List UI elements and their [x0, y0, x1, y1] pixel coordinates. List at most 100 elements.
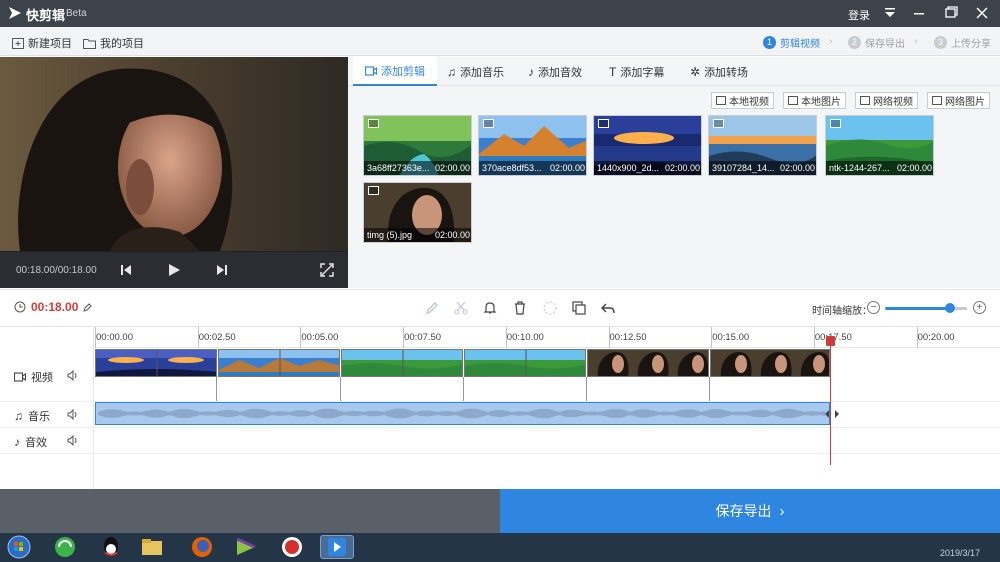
- image-badge-icon: [368, 119, 379, 128]
- video-track-label: 视频: [14, 369, 53, 385]
- clip-frames-image: [711, 350, 829, 376]
- previous-frame-icon[interactable]: [118, 262, 134, 278]
- file-explorer-icon[interactable]: [139, 535, 165, 559]
- media-player-icon[interactable]: [233, 535, 259, 559]
- tab-add-sound-effect[interactable]: ♪ 添加音效: [522, 57, 588, 86]
- clip-divider: [340, 377, 341, 401]
- step-export[interactable]: 2 保存导出: [848, 35, 905, 50]
- tab-add-clip[interactable]: 添加剪辑: [353, 57, 437, 86]
- track-label: 音效: [25, 437, 47, 449]
- save-export-button[interactable]: 保存导出 ›: [500, 489, 1000, 533]
- app-window: 快剪辑 Beta 登录 新建项目 我的项目 1 剪辑视频 › 2 保存导出 › …: [0, 0, 1000, 562]
- video-clip[interactable]: [587, 349, 709, 377]
- effect-volume-icon[interactable]: [67, 435, 78, 446]
- media-name: timg (5).jpg: [367, 230, 413, 240]
- media-duration: 02:00.00: [896, 163, 932, 173]
- new-project-button[interactable]: 新建项目: [12, 35, 72, 51]
- image-badge-icon: [830, 119, 841, 128]
- step-label: 保存导出: [865, 39, 905, 50]
- app-title: 快剪辑: [26, 8, 66, 23]
- ruler-tick-label: 00:05.00: [301, 332, 339, 343]
- zoom-label: 时间轴缩放：: [812, 306, 872, 317]
- video-clip[interactable]: [218, 349, 340, 377]
- zoom-out-icon[interactable]: −: [867, 301, 880, 314]
- tab-add-subtitle[interactable]: T 添加字幕: [603, 57, 670, 86]
- video-clip[interactable]: [95, 349, 217, 377]
- zoom-slider-handle[interactable]: [945, 303, 955, 313]
- firefox-icon[interactable]: [189, 535, 215, 559]
- step-edit[interactable]: 1 剪辑视频: [763, 35, 820, 50]
- qq-icon[interactable]: [98, 535, 124, 559]
- media-name: ntk-1244-267...: [829, 163, 890, 173]
- close-icon[interactable]: [973, 5, 991, 21]
- step-arrow-icon: ›: [829, 36, 833, 47]
- video-clip[interactable]: [464, 349, 586, 377]
- track-label: 视频: [31, 372, 53, 384]
- online-image-button[interactable]: 网络图片: [927, 92, 990, 109]
- music-track-icon: ♫: [14, 409, 23, 423]
- source-label: 本地视频: [729, 97, 769, 108]
- zoom-in-icon[interactable]: +: [973, 301, 986, 314]
- next-frame-icon[interactable]: [214, 262, 230, 278]
- media-name: 1440x900_2d...: [597, 163, 660, 173]
- video-clip[interactable]: [710, 349, 830, 377]
- system-clock: 2019/3/17: [940, 548, 981, 558]
- media-duration: 02:00.00: [664, 163, 700, 173]
- step-label: 上传分享: [951, 39, 991, 50]
- image-file-icon: [932, 96, 942, 105]
- media-thumbnail[interactable]: 370ace8df53... 02:00.00: [478, 115, 587, 176]
- browser-360-icon[interactable]: [52, 535, 78, 559]
- local-video-button[interactable]: 本地视频: [711, 92, 774, 109]
- my-projects-button[interactable]: 我的项目: [83, 35, 144, 51]
- edit-icon[interactable]: [424, 300, 440, 316]
- crop-icon[interactable]: [542, 300, 558, 316]
- start-button-icon[interactable]: [4, 535, 34, 559]
- media-thumbnail[interactable]: ntk-1244-267... 02:00.00: [825, 115, 934, 176]
- clip-divider: [709, 377, 710, 401]
- undo-icon[interactable]: [600, 300, 616, 316]
- edit-pencil-icon[interactable]: [83, 302, 93, 312]
- step-number: 1: [763, 36, 776, 49]
- clip-divider: [586, 377, 587, 401]
- save-label: 保存导出: [715, 503, 772, 519]
- ruler-tick-label: 00:00.00: [96, 332, 133, 343]
- tab-label: 添加音效: [538, 66, 582, 79]
- media-thumbnail[interactable]: 39107284_14... 02:00.00: [708, 115, 817, 176]
- video-camera-icon: [365, 65, 377, 76]
- bell-marker-icon[interactable]: [482, 300, 498, 316]
- video-clip[interactable]: [341, 349, 463, 377]
- ruler-tick-label: 00:10.00: [506, 332, 544, 343]
- media-thumbnail[interactable]: 1440x900_2d... 02:00.00: [593, 115, 702, 176]
- tab-add-music[interactable]: ♫ 添加音乐: [441, 57, 510, 86]
- dropdown-menu-icon[interactable]: [881, 5, 899, 21]
- local-image-button[interactable]: 本地图片: [783, 92, 846, 109]
- ruler-tick-label: 00:15.00: [712, 332, 750, 343]
- video-volume-icon[interactable]: [67, 370, 78, 381]
- cut-icon[interactable]: [453, 300, 469, 316]
- step-number: 3: [934, 36, 947, 49]
- maximize-icon[interactable]: [942, 5, 960, 21]
- screen-recorder-icon[interactable]: [279, 535, 305, 559]
- clock-icon: [14, 301, 26, 313]
- resize-handle-icon[interactable]: [824, 409, 840, 419]
- new-project-icon: [12, 37, 24, 49]
- kuaijianji-taskbar-item[interactable]: [320, 535, 354, 559]
- media-thumbnail[interactable]: 3a68ff27363e... 02:00.00: [363, 115, 472, 176]
- transition-icon: ✲: [690, 64, 701, 79]
- tab-add-transition[interactable]: ✲ 添加转场: [684, 57, 754, 86]
- minimize-icon[interactable]: [910, 5, 928, 21]
- delete-icon[interactable]: [512, 300, 528, 316]
- login-button[interactable]: 登录: [848, 7, 870, 23]
- playhead-line: [830, 338, 831, 465]
- play-icon[interactable]: [166, 262, 182, 278]
- playhead-handle[interactable]: [826, 336, 835, 346]
- copy-icon[interactable]: [571, 300, 587, 316]
- media-name: 370ace8df53...: [482, 163, 542, 173]
- clip-frames-image: [465, 350, 585, 376]
- music-volume-icon[interactable]: [67, 409, 78, 420]
- online-video-button[interactable]: 网络视频: [855, 92, 918, 109]
- step-share[interactable]: 3 上传分享: [934, 35, 991, 50]
- media-name: 39107284_14...: [712, 163, 775, 173]
- media-thumbnail[interactable]: timg (5).jpg 02:00.00: [363, 182, 472, 243]
- fullscreen-icon[interactable]: [319, 262, 335, 278]
